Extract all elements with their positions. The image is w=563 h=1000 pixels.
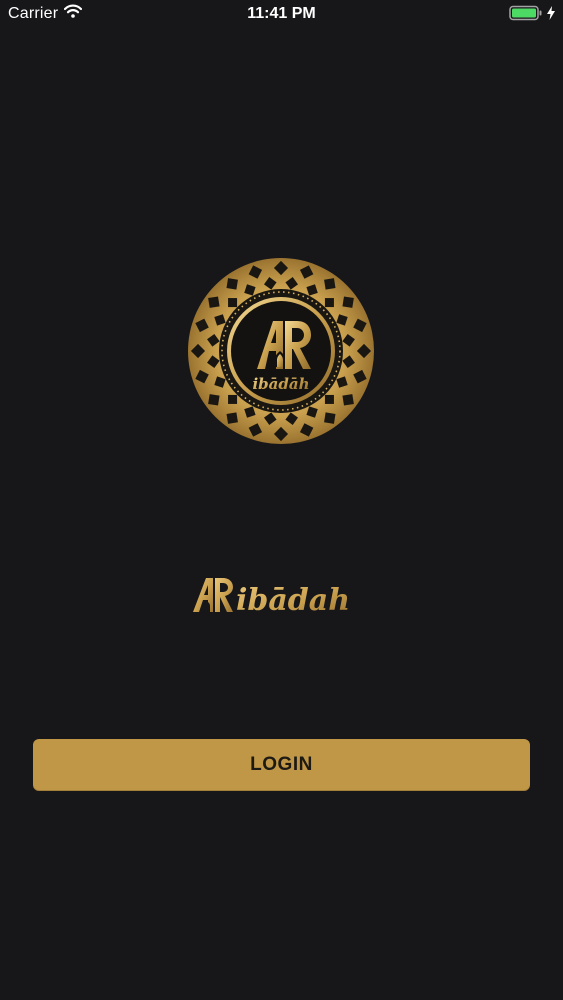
battery-icon [509,5,543,26]
app-logo-emblem: ibādāh [187,257,375,445]
login-button-label: LOGIN [250,754,313,775]
battery-group [509,5,555,26]
login-button[interactable]: LOGIN [33,739,530,791]
app-wordmark: ibādah [190,568,374,618]
emblem-ibadah-text: ibādāh [252,375,309,393]
wordmark-script: ibādah [236,583,350,618]
status-bar: Carrier 11:41 PM [0,0,563,30]
charging-bolt-icon [547,6,555,25]
clock: 11:41 PM [247,5,316,22]
